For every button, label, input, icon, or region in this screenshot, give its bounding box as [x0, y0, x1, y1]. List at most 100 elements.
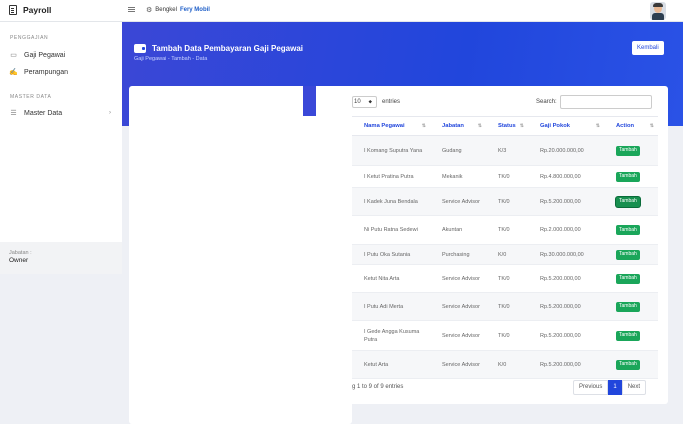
table-row: Ketut Nita Arta Service Advisor TK/0 Rp.… [352, 264, 658, 293]
cell-jabatan: Service Advisor [430, 187, 486, 216]
sort-icon: ⇅ [421, 123, 426, 129]
cell-gaji: Rp.5.200.000,00 [528, 350, 604, 379]
page-title: Tambah Data Pembayaran Gaji Pegawai [134, 44, 303, 53]
tambah-button[interactable]: Tambah [616, 225, 640, 235]
pagination-page-1[interactable]: 1 [608, 380, 622, 395]
brand-title: Payroll [23, 5, 52, 15]
cell-jabatan: Service Advisor [430, 264, 486, 293]
sidebar-item-label: Master Data [24, 109, 63, 117]
employee-table: Nama Pegawai ⇅ Jabatan ⇅ Status ⇅ Gaji Poko… [352, 116, 658, 379]
company-label: ⚙ Bengkel Fery Mobil [146, 6, 210, 14]
table-row: I Komang Suputra Yana Gudang K/3 Rp.20.0… [352, 135, 658, 166]
pagination-next[interactable]: Next [621, 380, 647, 395]
top-navbar: Payroll ⚙ Bengkel Fery Mobil [0, 0, 683, 22]
table-search: Search: [536, 95, 652, 109]
col-nama[interactable]: Nama Pegawai ⇅ [352, 116, 430, 136]
cell-nama: I Komang Suputra Yana [352, 135, 430, 166]
cell-jabatan: Service Advisor [430, 350, 486, 379]
col-jabatan[interactable]: Jabatan ⇅ [430, 116, 486, 136]
breadcrumb: Gaji Pegawai - Tambah - Data [134, 56, 208, 62]
table-row: I Gede Angga Kusuma Putra Service Adviso… [352, 320, 658, 351]
cell-nama: I Putu Adi Merta [352, 292, 430, 321]
wallet-icon [134, 44, 146, 53]
tambah-button[interactable]: Tambah [616, 359, 640, 370]
cell-gaji: Rp.5.200.000,00 [528, 264, 604, 293]
cell-gaji: Rp.4.800.000,00 [528, 165, 604, 188]
cell-status: TK/0 [486, 320, 528, 351]
tambah-button[interactable]: Tambah [616, 273, 640, 284]
cell-status: TK/0 [486, 165, 528, 188]
col-gaji[interactable]: Gaji Pokok ⇅ [528, 116, 604, 136]
sidebar-item-master-data[interactable]: ☰ Master Data › [9, 109, 115, 118]
entries-length-select[interactable]: 10 [352, 96, 377, 108]
cell-nama: Ni Putu Ratna Sedewi [352, 215, 430, 245]
company-name: Fery Mobil [179, 7, 210, 13]
calculator-icon [9, 5, 17, 15]
table-row: I Kadek Juna Bendala Service Advisor TK/… [352, 187, 658, 216]
cell-nama: I Gede Angga Kusuma Putra [352, 320, 430, 351]
cell-jabatan: Service Advisor [430, 292, 486, 321]
cell-status: TK/0 [486, 292, 528, 321]
role-box: Jabatan : Owner [0, 242, 122, 274]
tambah-button[interactable]: Tambah [616, 301, 640, 312]
tambah-button[interactable]: Tambah [616, 330, 640, 341]
sidebar-item-perampungan[interactable]: ✍ Perampungan [9, 68, 115, 77]
table-row: I Ketut Pratina Putra Mekanik TK/0 Rp.4.… [352, 165, 658, 188]
money-icon: ▭ [10, 52, 17, 59]
cell-gaji: Rp.5.200.000,00 [528, 187, 604, 216]
cell-nama: I Kadek Juna Bendala [352, 187, 430, 216]
chevron-right-icon: › [109, 110, 111, 116]
cell-nama: Ketut Arta [352, 350, 430, 379]
brand[interactable]: Payroll [9, 5, 51, 15]
page-title-text: Tambah Data Pembayaran Gaji Pegawai [152, 44, 304, 53]
cell-gaji: Rp.20.000.000,00 [528, 135, 604, 166]
tambah-button[interactable]: Tambah [616, 249, 640, 260]
sidebar-item-label: Perampungan [24, 68, 68, 76]
list-icon: ☰ [10, 110, 17, 117]
cell-status: K/0 [486, 244, 528, 265]
cell-gaji: Rp.30.000.000,00 [528, 244, 604, 265]
cell-status: TK/0 [486, 187, 528, 216]
tambah-button[interactable]: Tambah [616, 171, 640, 182]
sidebar-heading-penggajian: PENGGAJIAN [10, 35, 49, 41]
table-row: Ketut Arta Service Advisor K/0 Rp.5.200.… [352, 350, 658, 379]
cell-nama: I Ketut Pratina Putra [352, 165, 430, 188]
sort-icon: ⇅ [649, 123, 654, 129]
cell-gaji: Rp.2.000.000,00 [528, 215, 604, 245]
menu-toggle-icon[interactable] [128, 7, 135, 8]
search-input[interactable] [559, 95, 652, 109]
sidebar: PENGGAJIAN ▭ Gaji Pegawai ✍ Perampungan … [0, 22, 122, 274]
sidebar-item-label: Gaji Pegawai [24, 51, 66, 59]
tambah-button[interactable]: Tambah [616, 196, 640, 207]
table-info: g 1 to 9 of 9 entries [352, 384, 404, 390]
cell-jabatan: Purchasing [430, 244, 486, 265]
cell-nama: Ketut Nita Arta [352, 264, 430, 293]
sidebar-heading-master-data: MASTER DATA [10, 94, 52, 100]
tambah-button[interactable]: Tambah [616, 145, 640, 156]
role-value: Owner [9, 257, 29, 264]
pagination: Previous 1 Next [573, 380, 647, 395]
sidebar-item-gaji-pegawai[interactable]: ▭ Gaji Pegawai [9, 51, 115, 60]
table-header-row: Nama Pegawai ⇅ Jabatan ⇅ Status ⇅ Gaji Poko… [352, 116, 658, 136]
cell-jabatan: Gudang [430, 135, 486, 166]
table-row: I Putu Oka Sutania Purchasing K/0 Rp.30.… [352, 244, 658, 265]
card-gap [303, 86, 316, 116]
cell-gaji: Rp.5.200.000,00 [528, 320, 604, 351]
search-label: Search: [536, 99, 557, 105]
sort-icon: ⇅ [595, 123, 600, 129]
cell-nama: I Putu Oka Sutania [352, 244, 430, 265]
user-avatar[interactable] [650, 2, 666, 20]
table-row: I Putu Adi Merta Service Advisor TK/0 Rp… [352, 292, 658, 321]
gears-icon: ⚙ [146, 7, 153, 14]
cell-status: TK/0 [486, 215, 528, 245]
table-row: Ni Putu Ratna Sedewi Akuntan TK/0 Rp.2.0… [352, 215, 658, 245]
col-status[interactable]: Status ⇅ [486, 116, 528, 136]
back-button[interactable]: Kembali [632, 41, 664, 55]
col-action[interactable]: Action ⇅ [604, 116, 658, 136]
cell-jabatan: Service Advisor [430, 320, 486, 351]
pagination-previous[interactable]: Previous [573, 380, 609, 395]
cell-status: K/3 [486, 135, 528, 166]
cell-jabatan: Akuntan [430, 215, 486, 245]
entries-length: 10 entries [352, 96, 400, 108]
cell-status: TK/0 [486, 264, 528, 293]
